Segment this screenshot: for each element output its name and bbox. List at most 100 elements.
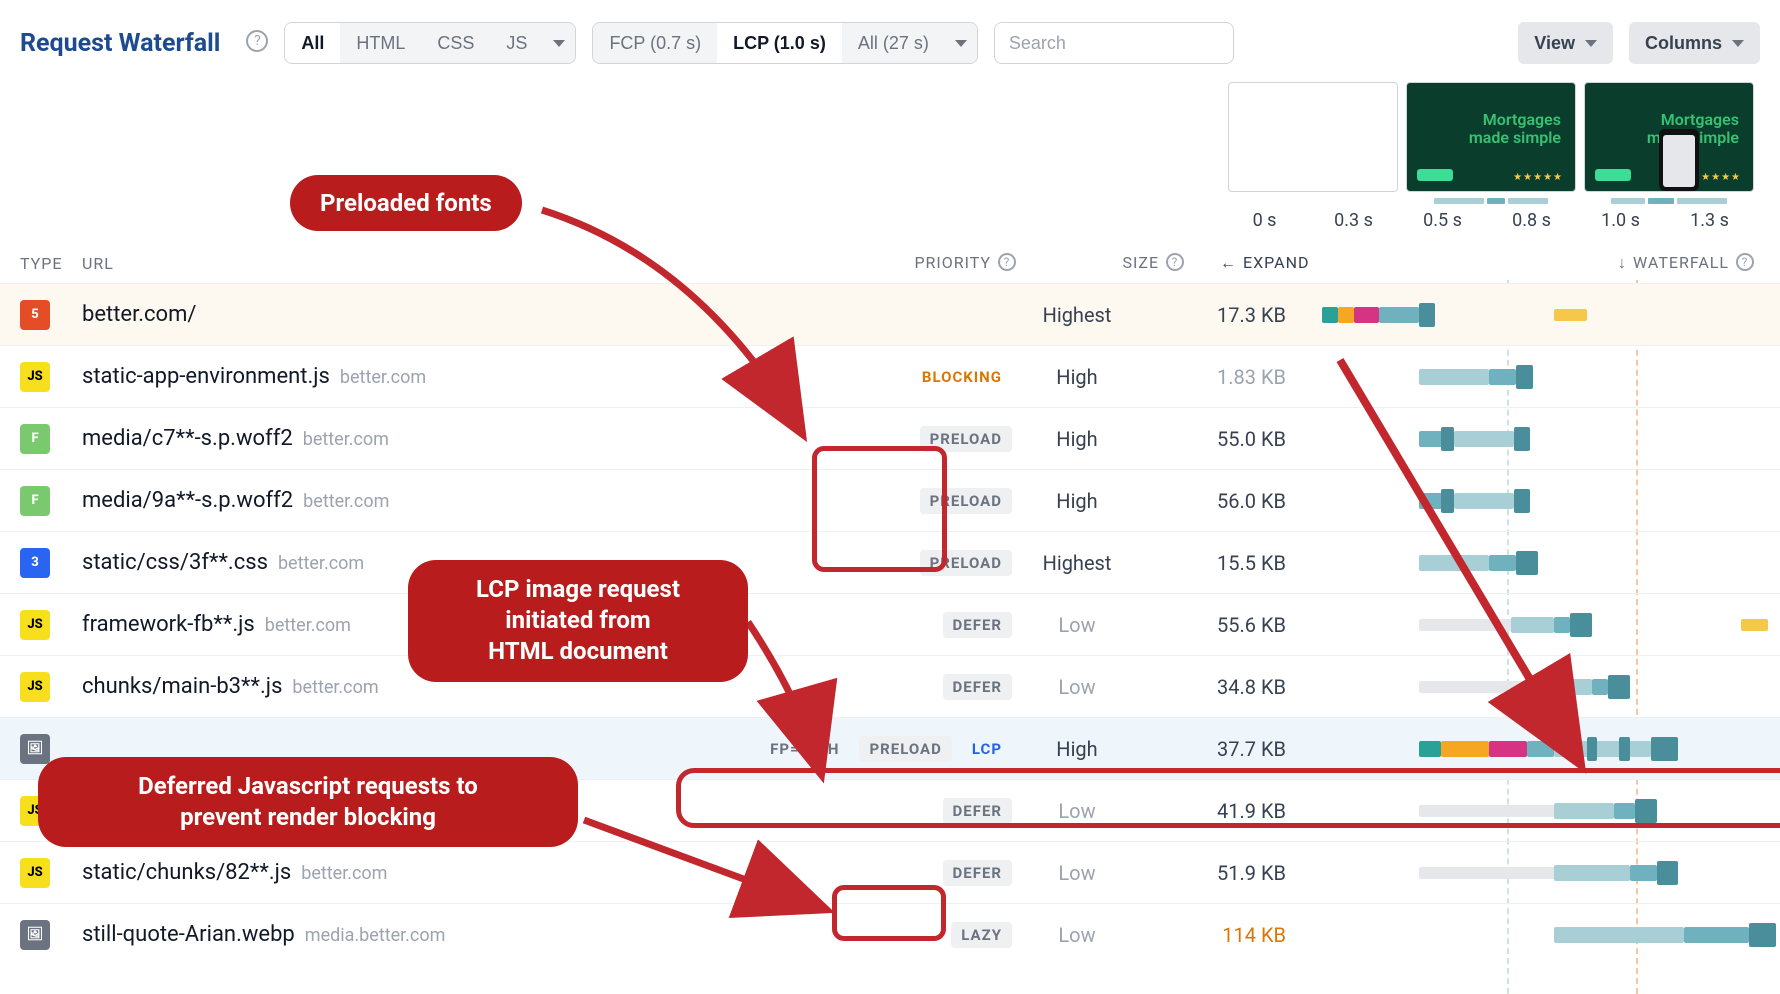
request-url[interactable]: media/c7**-s.p.woff2better.com (82, 426, 782, 451)
col-waterfall[interactable]: WATERFALL ? (1350, 253, 1760, 273)
help-icon[interactable]: ? (998, 253, 1016, 271)
expand-button[interactable]: EXPAND (1220, 253, 1350, 273)
waterfall-bar[interactable] (1322, 551, 1760, 575)
waterfall-bar[interactable] (1322, 365, 1760, 389)
html-icon: 5 (20, 300, 50, 330)
annotation-highlight-box (812, 446, 947, 572)
tag-lcp: LCP (962, 736, 1012, 762)
annotation-highlight-box (832, 885, 946, 941)
request-size: 17.3 KB (1142, 303, 1322, 327)
tag-lazy: LAZY (951, 922, 1012, 948)
tag-defer: DEFER (943, 860, 1012, 886)
toolbar: Request Waterfall ? All HTML CSS JS FCP … (0, 0, 1780, 72)
filmstrip-thumb[interactable] (1228, 82, 1398, 192)
tag-blocking: BLOCKING (912, 364, 1012, 390)
request-table: 5better.com/Highest17.3 KBJSstatic-app-e… (0, 283, 1780, 965)
request-priority: Highest (1012, 303, 1142, 327)
column-headers: TYPE URL PRIORITY ? SIZE ? EXPAND WATERF… (0, 231, 1780, 283)
js-icon: JS (20, 672, 50, 702)
tick-label: 0.3 s (1309, 210, 1398, 231)
page-title: Request Waterfall (20, 29, 220, 58)
request-priority: Low (1012, 675, 1142, 699)
col-type[interactable]: TYPE (20, 254, 82, 273)
js-icon: JS (20, 858, 50, 888)
waterfall-bar[interactable] (1322, 737, 1760, 761)
metric-filter-more[interactable] (945, 23, 977, 63)
request-url[interactable]: media/9a**-s.p.woff2better.com (82, 488, 782, 513)
chevron-down-icon (553, 40, 565, 47)
waterfall-bar[interactable] (1322, 303, 1760, 327)
view-label: View (1534, 33, 1575, 54)
waterfall-bar[interactable] (1322, 923, 1760, 947)
request-priority: Highest (1012, 551, 1142, 575)
timeline-ticks: 0 s 0.3 s 0.5 s 0.8 s 1.0 s 1.3 s (0, 204, 1780, 231)
table-row[interactable]: 5 better.com/Highest17.3 KB (0, 283, 1780, 345)
help-icon[interactable]: ? (246, 30, 268, 52)
filmstrip-thumb[interactable]: Mortgagesmade simple ★★★★★ (1406, 82, 1576, 192)
waterfall-bar[interactable] (1322, 675, 1760, 699)
search-input[interactable] (994, 22, 1234, 64)
table-row[interactable]: JSframework-fb**.jsbetter.comDEFERLow55.… (0, 593, 1780, 655)
request-tags: FP=HIGHPRELOADLCP (782, 736, 1012, 762)
request-tags: DEFER (782, 674, 1012, 700)
waterfall-bar[interactable] (1322, 861, 1760, 885)
request-size: 51.9 KB (1142, 861, 1322, 885)
annotation-callout: LCP image request initiated from HTML do… (408, 560, 748, 682)
request-priority: Low (1012, 861, 1142, 885)
filter-fcp[interactable]: FCP (0.7 s) (593, 23, 717, 63)
request-priority: High (1012, 427, 1142, 451)
filter-lcp[interactable]: LCP (1.0 s) (717, 23, 842, 63)
filter-all-time[interactable]: All (27 s) (842, 23, 945, 63)
tick-label: 0.8 s (1487, 210, 1576, 231)
request-priority: High (1012, 365, 1142, 389)
request-priority: High (1012, 489, 1142, 513)
tick-label: 1.3 s (1665, 210, 1754, 231)
request-url[interactable]: static-app-environment.jsbetter.com (82, 364, 782, 389)
filter-js[interactable]: JS (490, 23, 543, 63)
css-icon: 3 (20, 548, 50, 578)
tick-label: 1.0 s (1576, 210, 1665, 231)
view-dropdown[interactable]: View (1518, 22, 1613, 64)
request-tags: DEFER (782, 612, 1012, 638)
request-priority: Low (1012, 923, 1142, 947)
columns-dropdown[interactable]: Columns (1629, 22, 1760, 64)
table-row[interactable]: JS static-app-environment.jsbetter.com BLO… (0, 345, 1780, 407)
help-icon[interactable]: ? (1736, 253, 1754, 271)
filter-html[interactable]: HTML (340, 23, 421, 63)
img-icon: 🖼 (20, 920, 50, 950)
waterfall-bar[interactable] (1322, 489, 1760, 513)
columns-label: Columns (1645, 33, 1722, 54)
tick-label: 0.5 s (1398, 210, 1487, 231)
chevron-down-icon (955, 40, 967, 47)
table-row[interactable]: JSchunks/main-b3**.jsbetter.comDEFERLow3… (0, 655, 1780, 717)
filter-more[interactable] (543, 23, 575, 63)
request-tags: DEFER (782, 860, 1012, 886)
request-url[interactable]: still-quote-Arian.webpmedia.better.com (82, 922, 782, 947)
request-size: 114 KB (1142, 923, 1322, 947)
col-priority[interactable]: PRIORITY ? (782, 253, 1040, 273)
resource-type-filter: All HTML CSS JS (284, 22, 576, 64)
chevron-down-icon (1732, 40, 1744, 47)
tick-label: 0 s (1220, 210, 1309, 231)
chevron-down-icon (1585, 40, 1597, 47)
font-icon: F (20, 486, 50, 516)
annotation-callout: Preloaded fonts (290, 175, 522, 231)
js-icon: JS (20, 610, 50, 640)
tag-defer: DEFER (943, 674, 1012, 700)
tag-preload: PRELOAD (859, 736, 951, 762)
request-url[interactable]: static/chunks/82**.jsbetter.com (82, 860, 782, 885)
img-icon: 🖼 (20, 734, 50, 764)
filter-all[interactable]: All (285, 23, 340, 63)
request-size: 55.6 KB (1142, 613, 1322, 637)
col-size[interactable]: SIZE ? (1040, 253, 1220, 273)
filter-css[interactable]: CSS (421, 23, 490, 63)
help-icon[interactable]: ? (1166, 253, 1184, 271)
js-icon: JS (20, 362, 50, 392)
request-size: 55.0 KB (1142, 427, 1322, 451)
col-url[interactable]: URL (82, 254, 782, 273)
request-url[interactable]: better.com/ (82, 302, 782, 327)
request-priority: High (1012, 737, 1142, 761)
waterfall-bar[interactable] (1322, 613, 1760, 637)
filmstrip-thumb[interactable]: Mortgagesmade simple ★★★★★ (1584, 82, 1754, 192)
waterfall-bar[interactable] (1322, 427, 1760, 451)
